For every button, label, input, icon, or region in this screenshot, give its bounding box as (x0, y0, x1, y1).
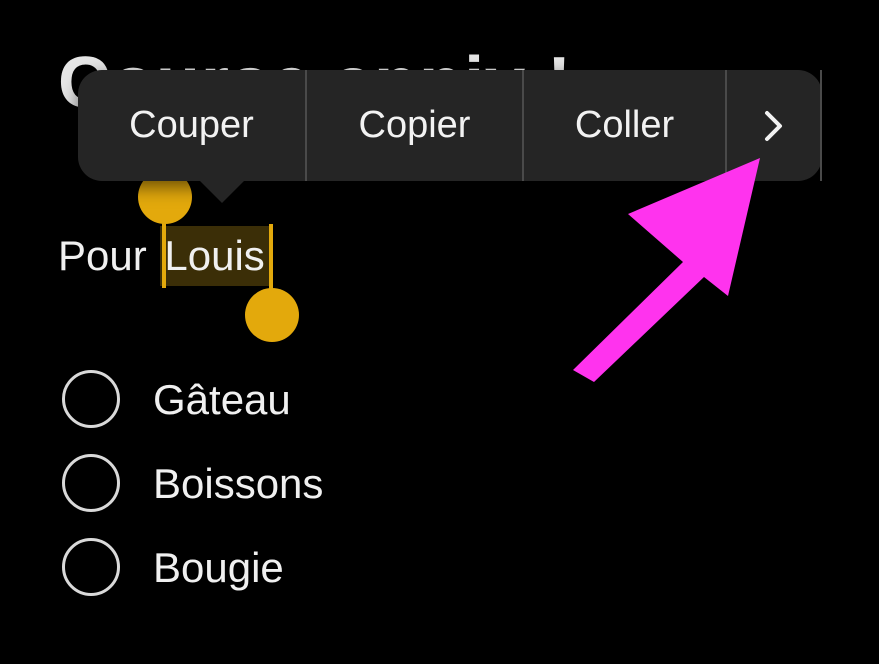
checkbox-circle[interactable] (62, 538, 120, 596)
selection-end-bar[interactable] (269, 224, 273, 294)
list-item[interactable]: Gâteau (62, 368, 462, 432)
notes-screen: Course anniv ! Pour Louis Couper Copier … (0, 0, 879, 664)
menu-pointer (200, 181, 244, 203)
cut-button[interactable]: Couper (78, 70, 307, 181)
list-item[interactable]: Bougie (62, 536, 462, 600)
checkbox-circle[interactable] (62, 454, 120, 512)
paste-button[interactable]: Coller (524, 70, 727, 181)
edit-menu: Couper Copier Coller (78, 70, 822, 203)
list-item-label: Gâteau (153, 376, 291, 423)
list-item-label: Bougie (153, 544, 284, 591)
more-options-button[interactable] (727, 70, 822, 181)
list-item[interactable]: Boissons (62, 452, 462, 516)
subtitle-prefix: Pour (58, 232, 159, 279)
selected-word[interactable]: Louis (160, 226, 269, 286)
checkbox-circle[interactable] (62, 370, 120, 428)
copy-button[interactable]: Copier (307, 70, 524, 181)
selection-end-handle[interactable] (245, 288, 299, 342)
list-item-label: Boissons (153, 460, 324, 507)
selection-start-bar[interactable] (162, 222, 166, 288)
chevron-right-icon (763, 109, 785, 143)
